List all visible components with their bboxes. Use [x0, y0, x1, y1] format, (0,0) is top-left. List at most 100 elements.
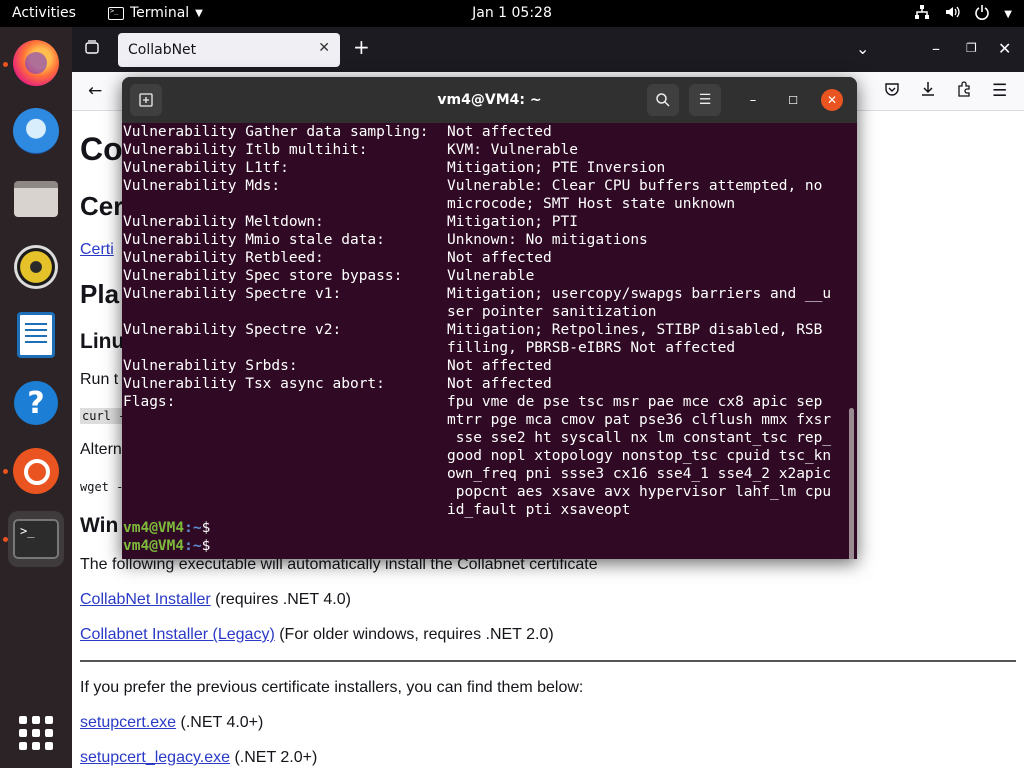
help-icon: ? [14, 381, 58, 425]
terminal-line-value: mtrr pge mca cmov pat pse36 clflush mmx … [447, 412, 832, 428]
maximize-button[interactable]: ☐ [784, 91, 802, 109]
prompt-path: :~ [184, 520, 202, 536]
new-tab-icon[interactable]: + [353, 35, 370, 59]
terminal-line-key: Vulnerability Retbleed: [123, 250, 324, 266]
new-tab-button[interactable] [130, 84, 162, 116]
page-title: Co [80, 131, 123, 167]
terminal-header[interactable]: vm4@VM4: ~ ☰ – ☐ ✕ [122, 77, 857, 123]
close-tab-icon[interactable]: ✕ [318, 40, 330, 56]
show-applications-button[interactable] [8, 705, 64, 761]
setupcert-legacy-line: setupcert_legacy.exe (.NET 2.0+) [80, 749, 317, 767]
terminal-output[interactable]: Vulnerability Gather data sampling: Not a… [122, 123, 857, 559]
app-grid-icon [19, 716, 53, 750]
terminal-line-key: Vulnerability Srbds: [123, 358, 298, 374]
setupcert-note: (.NET 4.0+) [176, 714, 264, 731]
terminal-line-value: Mitigation; PTE Inversion [447, 160, 666, 176]
curl-command: curl - [80, 408, 128, 424]
download-icon[interactable] [920, 81, 936, 102]
previous-installers-text: If you prefer the previous certificate i… [80, 679, 584, 696]
prompt-line: vm4@VM4:~$ [123, 537, 210, 555]
prompt-symbol: $ [201, 538, 211, 554]
certificate-link[interactable]: Certi [80, 241, 114, 259]
close-icon[interactable]: ✕ [998, 39, 1011, 58]
scrollbar[interactable] [849, 408, 854, 559]
terminal-line-value: filling, PBRSB-eIBRS Not affected [447, 340, 736, 356]
app-menu[interactable]: Terminal ▼ [108, 5, 203, 21]
terminal-line-value: KVM: Vulnerable [447, 142, 578, 158]
minimize-icon[interactable]: – [932, 39, 940, 58]
terminal-line-value: good nopl xtopology nonstop_tsc cpuid ts… [447, 448, 832, 464]
terminal-line-value: Mitigation; PTI [447, 214, 578, 230]
hamburger-icon: ☰ [698, 92, 712, 108]
dock-rhythmbox[interactable] [8, 239, 64, 295]
chevron-down-icon[interactable]: ⌄ [856, 39, 869, 58]
extensions-icon[interactable] [956, 81, 972, 102]
section-heading-platform: Pla [80, 279, 120, 309]
collabnet-installer-legacy-link[interactable]: Collabnet Installer (Legacy) [80, 626, 275, 643]
minimize-button[interactable]: – [744, 91, 762, 109]
prompt-user: vm4@VM4 [123, 520, 185, 536]
section-heading-certificates: Cer [80, 191, 124, 221]
divider [80, 660, 1016, 662]
collabnet-installer-link[interactable]: CollabNet Installer [80, 591, 211, 608]
terminal-line-value: popcnt aes xsave avx hypervisor lahf_lm … [447, 484, 832, 500]
dock-help[interactable]: ? [8, 375, 64, 431]
terminal-line-key: Vulnerability Spectre v2: [123, 322, 342, 338]
terminal-line-value: id_fault pti xsaveopt [447, 502, 631, 518]
setupcert-line: setupcert.exe (.NET 4.0+) [80, 714, 263, 732]
terminal-line-key: Vulnerability Tsx async abort: [123, 376, 385, 392]
section-heading-windows: Win [80, 514, 119, 537]
menu-button[interactable]: ☰ [689, 84, 721, 116]
section-heading-linux: Linu [80, 330, 125, 353]
terminal-line-key: Vulnerability L1tf: [123, 160, 289, 176]
dock-firefox[interactable] [8, 35, 64, 91]
terminal-line-key: Vulnerability Spec store bypass: [123, 268, 403, 284]
tab-overview-icon[interactable] [84, 39, 100, 59]
terminal-line-value: own_freq pni ssse3 cx16 sse4_1 sse4_2 x2… [447, 466, 832, 482]
terminal-line-value: Vulnerable [447, 268, 535, 284]
dock-writer[interactable] [8, 307, 64, 363]
installer-line: CollabNet Installer (requires .NET 4.0) [80, 591, 351, 609]
activities-button[interactable]: Activities [12, 5, 76, 21]
terminal-line-value: Vulnerable: Clear CPU buffers attempted,… [447, 178, 823, 194]
terminal-icon [108, 6, 124, 20]
terminal-line-value: microcode; SMT Host state unknown [447, 196, 736, 212]
terminal-line-value: Not affected [447, 376, 552, 392]
terminal-window[interactable]: vm4@VM4: ~ ☰ – ☐ ✕ Vulnerability Gather … [122, 77, 857, 559]
prompt-line: vm4@VM4:~$ [123, 519, 210, 537]
back-icon[interactable]: ← [88, 81, 102, 101]
prompt-symbol: $ [201, 520, 211, 536]
tab-collabnet[interactable]: CollabNet ✕ [118, 33, 340, 67]
tab-title: CollabNet [128, 42, 197, 58]
volume-icon [944, 4, 960, 24]
terminal-line-value: fpu vme de pse tsc msr pae mce cx8 apic … [447, 394, 823, 410]
files-icon [14, 181, 58, 217]
terminal-title: vm4@VM4: ~ [437, 92, 542, 108]
setupcert-link[interactable]: setupcert.exe [80, 714, 176, 731]
chevron-down-icon: ▼ [1004, 8, 1012, 20]
search-icon [656, 93, 670, 107]
terminal-line-key: Vulnerability Mmio stale data: [123, 232, 385, 248]
search-button[interactable] [647, 84, 679, 116]
dock-ubuntu-software[interactable] [8, 443, 64, 499]
menu-icon[interactable]: ☰ [992, 81, 1007, 101]
dock-thunderbird[interactable] [8, 103, 64, 159]
terminal-line-key: Vulnerability Itlb multihit: [123, 142, 368, 158]
close-button[interactable]: ✕ [821, 89, 843, 111]
setupcert-legacy-link[interactable]: setupcert_legacy.exe [80, 749, 230, 766]
dock-files[interactable] [8, 171, 64, 227]
restore-icon[interactable]: ❐ [966, 41, 977, 55]
prompt-path: :~ [184, 538, 202, 554]
pocket-icon[interactable] [884, 81, 900, 102]
prompt-user: vm4@VM4 [123, 538, 185, 554]
system-tray[interactable]: ▼ [914, 4, 1012, 24]
dock-terminal[interactable]: >_ [8, 511, 64, 567]
firefox-icon [13, 40, 59, 86]
terminal-line-value: Not affected [447, 250, 552, 266]
thunderbird-icon [13, 108, 59, 154]
clock[interactable]: Jan 1 05:28 [472, 5, 552, 21]
terminal-line-value: Mitigation; usercopy/swapgs barriers and… [447, 286, 832, 302]
terminal-line-value: Not affected [447, 124, 552, 140]
top-bar: Activities Terminal ▼ Jan 1 05:28 ▼ [0, 0, 1024, 27]
alternative-text: Altern [80, 441, 122, 458]
